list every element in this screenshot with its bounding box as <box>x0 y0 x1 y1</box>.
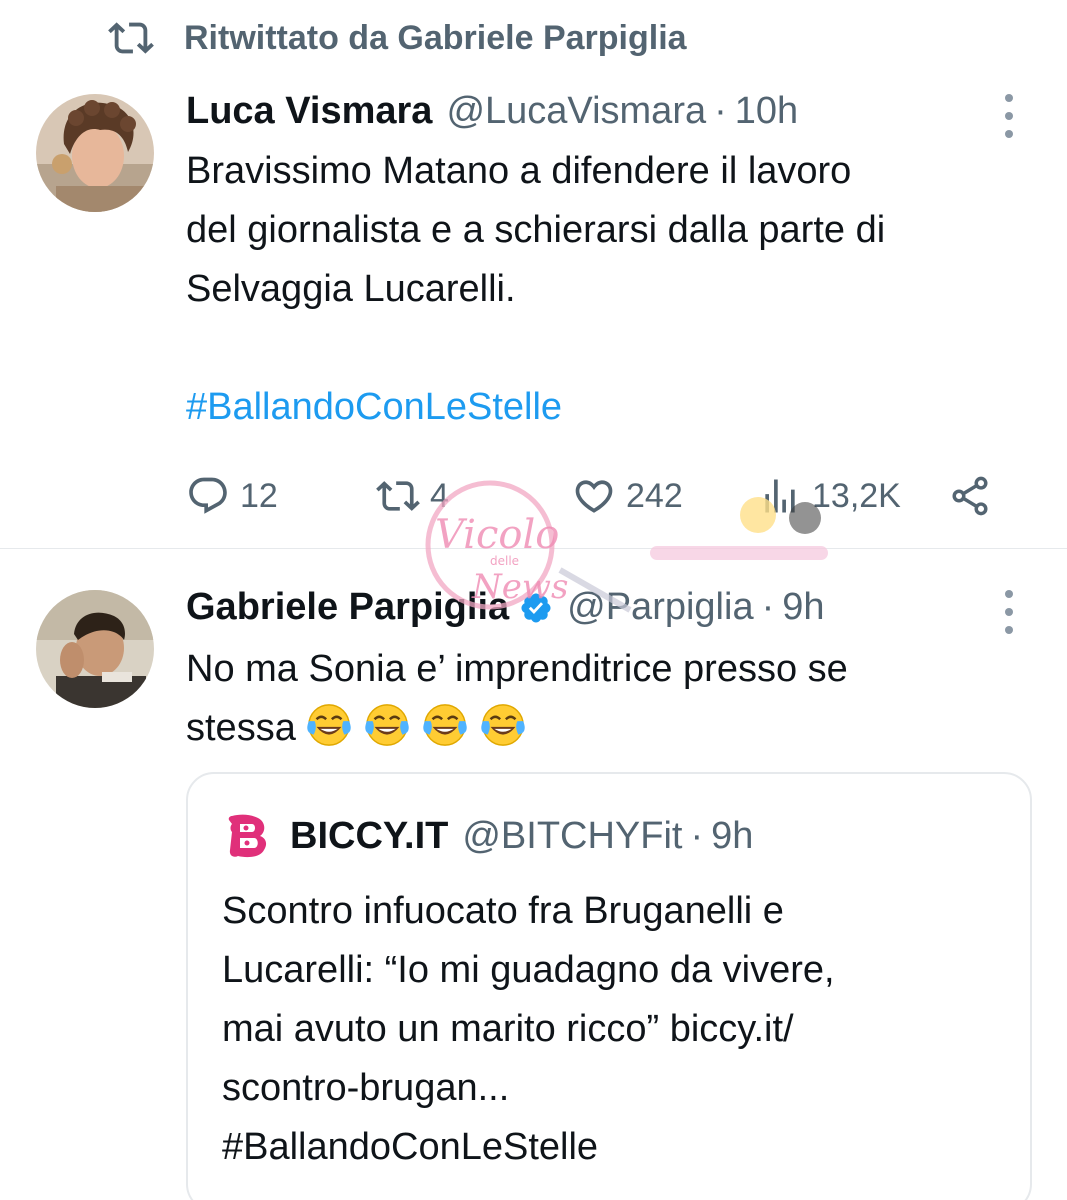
timestamp[interactable]: 9h <box>782 586 824 629</box>
more-options-icon[interactable] <box>1001 590 1017 634</box>
timeline: Ritwittato da Gabriele Parpiglia Luca Vi… <box>0 0 1067 1200</box>
tears-of-joy-emoji-icon <box>423 704 468 746</box>
action-bar: 12 4 242 13,2K <box>186 468 1016 524</box>
divider <box>0 548 1067 549</box>
reply-button[interactable]: 12 <box>186 468 278 524</box>
handle[interactable]: @LucaVismara <box>446 90 706 133</box>
reply-count: 12 <box>240 476 278 515</box>
separator-dot: · <box>714 90 727 132</box>
tweet[interactable]: Luca Vismara @LucaVismara · 10h Bravissi… <box>0 80 1067 550</box>
tweet-text-line: stessa <box>186 699 1027 758</box>
tweet-text-line: del giornalista e a schierarsi dalla par… <box>186 209 886 251</box>
tweet-text-fragment: stessa <box>186 707 296 749</box>
reply-icon <box>189 477 227 514</box>
tears-of-joy-emoji-icon <box>307 704 352 746</box>
tweet[interactable]: Gabriele Parpiglia @Parpiglia · 9h No ma… <box>0 570 1067 1200</box>
separator-dot: · <box>761 586 775 628</box>
quoted-timestamp[interactable]: 9h <box>711 815 753 858</box>
quoted-tweet-header: BICCY.IT @BITCHYFit · 9h <box>222 810 753 862</box>
more-options-icon[interactable] <box>1001 94 1017 138</box>
quoted-display-name[interactable]: BICCY.IT <box>290 815 448 858</box>
heart-icon <box>575 480 613 513</box>
retweet-count: 4 <box>430 476 449 515</box>
biccy-logo-icon[interactable] <box>222 810 274 862</box>
retweet-icon <box>376 481 420 511</box>
retweet-button[interactable]: 4 <box>376 468 449 524</box>
tweet-text-line: Bravissimo Matano a difendere il lavoro <box>186 150 852 192</box>
hashtag-link[interactable]: #BallandoConLeStelle <box>186 378 1027 437</box>
like-count: 242 <box>626 476 683 515</box>
views-button[interactable]: 13,2K <box>758 468 901 524</box>
tweet-text: Bravissimo Matano a difendere il lavoro … <box>186 142 1027 437</box>
quoted-text-line: Lucarelli: “Io mi guadagno da vivere, <box>222 949 835 991</box>
tears-of-joy-emoji-icon <box>481 704 526 746</box>
share-icon <box>952 476 988 516</box>
share-button[interactable] <box>948 468 992 524</box>
separator-dot: · <box>690 814 704 857</box>
tears-of-joy-emoji-icon <box>365 704 410 746</box>
quoted-text-line: mai avuto un marito ricco” biccy.it/ <box>222 1008 794 1050</box>
display-name[interactable]: Gabriele Parpiglia <box>186 586 509 629</box>
like-button[interactable]: 242 <box>572 468 683 524</box>
quoted-text-line: #BallandoConLeStelle <box>222 1126 599 1168</box>
analytics-icon <box>765 479 795 513</box>
verified-badge-icon <box>521 592 551 623</box>
quoted-tweet-text: Scontro infuocato fra Bruganelli e Lucar… <box>222 882 1010 1177</box>
tweet-header: Luca Vismara @LucaVismara · 10h <box>186 90 798 133</box>
tweet-text-line: Selvaggia Lucarelli. <box>186 268 516 310</box>
retweet-header[interactable]: Ritwittato da Gabriele Parpiglia <box>108 14 687 62</box>
quoted-text-line: scontro-brugan... <box>222 1067 510 1109</box>
timestamp[interactable]: 10h <box>735 90 798 133</box>
quoted-tweet-card[interactable]: BICCY.IT @BITCHYFit · 9h Scontro infuoca… <box>186 772 1032 1200</box>
watermark-text-small: delle <box>490 554 519 568</box>
retweet-header-label: Ritwittato da Gabriele Parpiglia <box>184 18 687 57</box>
tweet-header: Gabriele Parpiglia @Parpiglia · 9h <box>186 586 825 629</box>
tweet-text-line: No ma Sonia e’ imprenditrice presso se <box>186 648 848 690</box>
tweet-text: No ma Sonia e’ imprenditrice presso se s… <box>186 640 1027 758</box>
display-name[interactable]: Luca Vismara <box>186 90 432 133</box>
views-count: 13,2K <box>812 476 901 515</box>
quoted-text-line: Scontro infuocato fra Bruganelli e <box>222 890 784 932</box>
handle[interactable]: @Parpiglia <box>567 586 753 629</box>
avatar[interactable] <box>36 94 154 212</box>
quoted-handle[interactable]: @BITCHYFit <box>462 815 682 858</box>
avatar[interactable] <box>36 590 154 708</box>
retweet-icon <box>108 22 154 54</box>
